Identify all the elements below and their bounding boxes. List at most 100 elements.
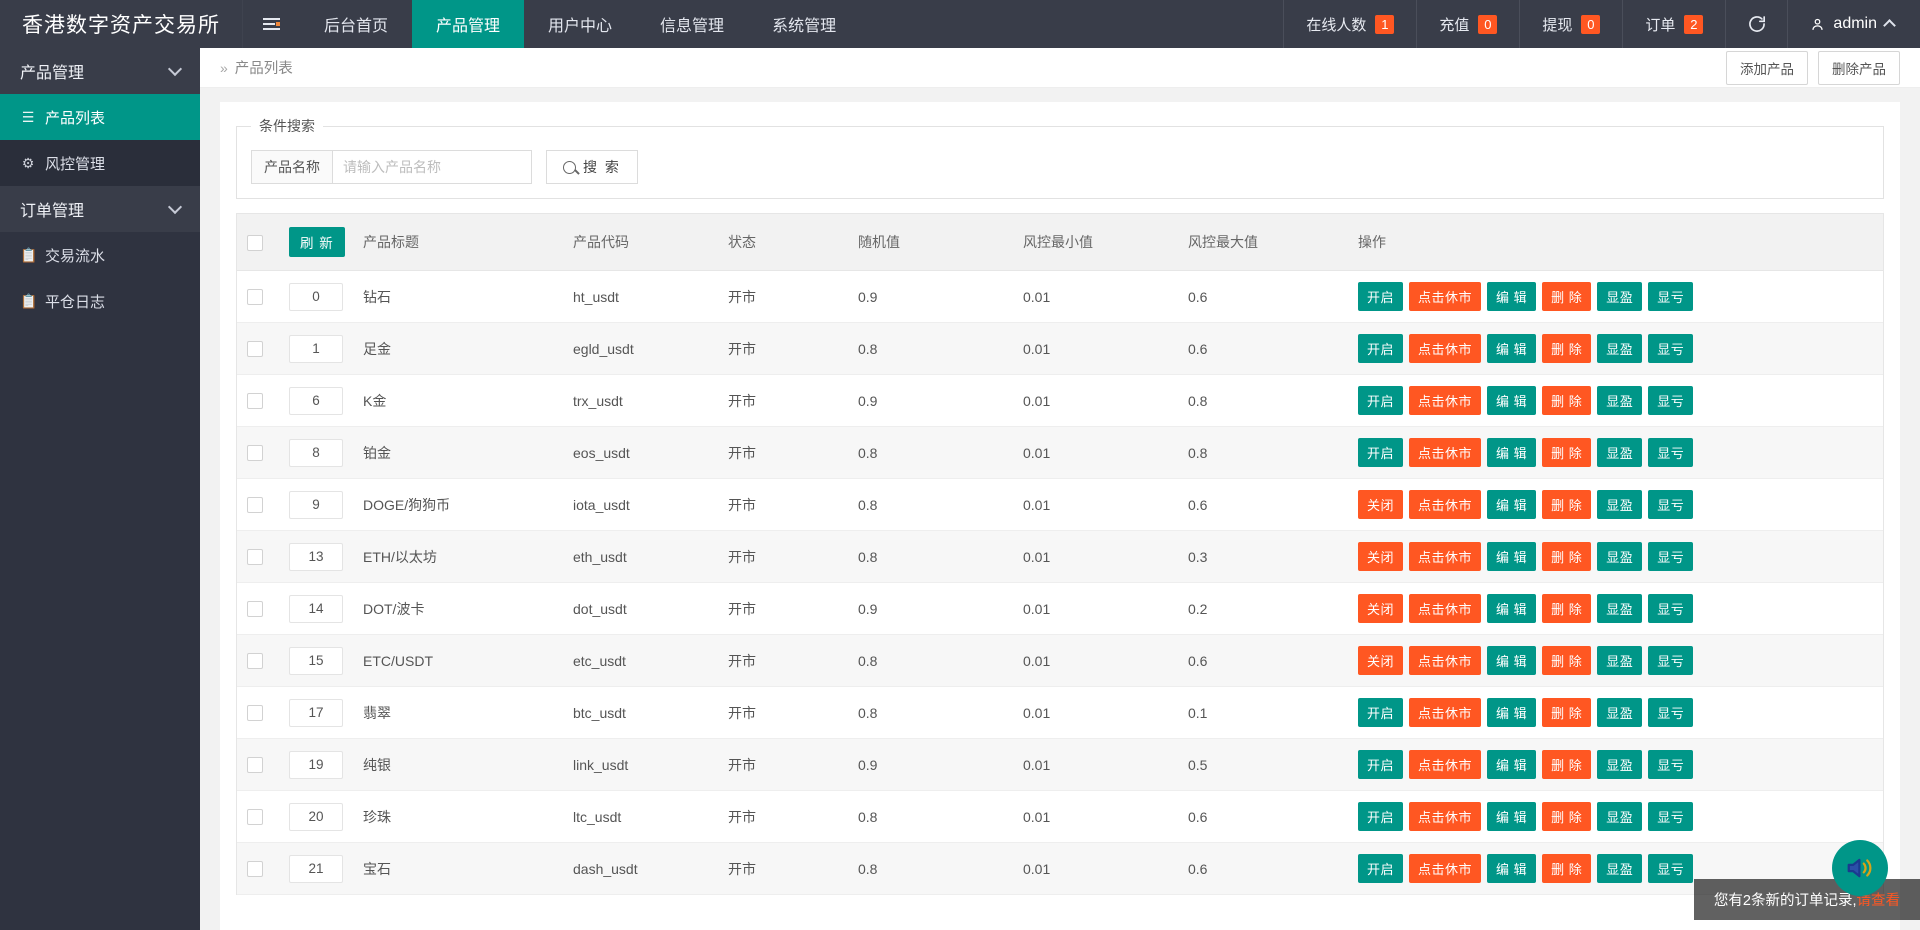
show-profit-button[interactable]: 显盈 — [1597, 698, 1642, 727]
toggle-status-button[interactable]: 关闭 — [1358, 542, 1403, 571]
sort-order-input[interactable]: 14 — [289, 595, 343, 623]
show-loss-button[interactable]: 显亏 — [1648, 282, 1693, 311]
toggle-status-button[interactable]: 开启 — [1358, 282, 1403, 311]
suspend-market-button[interactable]: 点击休市 — [1409, 334, 1481, 363]
toggle-status-button[interactable]: 开启 — [1358, 750, 1403, 779]
suspend-market-button[interactable]: 点击休市 — [1409, 490, 1481, 519]
suspend-market-button[interactable]: 点击休市 — [1409, 282, 1481, 311]
show-loss-button[interactable]: 显亏 — [1648, 646, 1693, 675]
show-loss-button[interactable]: 显亏 — [1648, 802, 1693, 831]
search-button[interactable]: 搜 索 — [546, 150, 638, 184]
show-profit-button[interactable]: 显盈 — [1597, 490, 1642, 519]
hamburger-icon[interactable] — [242, 0, 300, 48]
sidebar-item-risk-management[interactable]: ⚙ 风控管理 — [0, 140, 200, 186]
show-profit-button[interactable]: 显盈 — [1597, 282, 1642, 311]
suspend-market-button[interactable]: 点击休市 — [1409, 854, 1481, 883]
row-checkbox[interactable] — [247, 289, 263, 305]
toggle-status-button[interactable]: 开启 — [1358, 698, 1403, 727]
edit-button[interactable]: 编 辑 — [1487, 490, 1536, 519]
row-checkbox[interactable] — [247, 393, 263, 409]
delete-button[interactable]: 删 除 — [1542, 334, 1591, 363]
topnav-item-system-management[interactable]: 系统管理 — [748, 0, 860, 48]
sort-order-input[interactable]: 19 — [289, 751, 343, 779]
edit-button[interactable]: 编 辑 — [1487, 386, 1536, 415]
delete-button[interactable]: 删 除 — [1542, 594, 1591, 623]
row-checkbox[interactable] — [247, 809, 263, 825]
delete-button[interactable]: 删 除 — [1542, 646, 1591, 675]
show-loss-button[interactable]: 显亏 — [1648, 750, 1693, 779]
product-name-input[interactable] — [332, 150, 532, 184]
add-product-button[interactable]: 添加产品 — [1726, 51, 1808, 85]
row-checkbox[interactable] — [247, 497, 263, 513]
edit-button[interactable]: 编 辑 — [1487, 854, 1536, 883]
delete-button[interactable]: 删 除 — [1542, 490, 1591, 519]
toggle-status-button[interactable]: 开启 — [1358, 386, 1403, 415]
edit-button[interactable]: 编 辑 — [1487, 594, 1536, 623]
stat-online-users[interactable]: 在线人数 1 — [1283, 0, 1416, 48]
sort-order-input[interactable]: 6 — [289, 387, 343, 415]
row-checkbox[interactable] — [247, 705, 263, 721]
edit-button[interactable]: 编 辑 — [1487, 802, 1536, 831]
toggle-status-button[interactable]: 关闭 — [1358, 646, 1403, 675]
topnav-item-dashboard[interactable]: 后台首页 — [300, 0, 412, 48]
sidebar-item-product-list[interactable]: ☰ 产品列表 — [0, 94, 200, 140]
topnav-item-info-management[interactable]: 信息管理 — [636, 0, 748, 48]
delete-button[interactable]: 删 除 — [1542, 750, 1591, 779]
delete-button[interactable]: 删 除 — [1542, 802, 1591, 831]
show-loss-button[interactable]: 显亏 — [1648, 854, 1693, 883]
sidebar-group-product-management[interactable]: 产品管理 — [0, 48, 200, 94]
row-checkbox[interactable] — [247, 757, 263, 773]
toggle-status-button[interactable]: 关闭 — [1358, 594, 1403, 623]
row-checkbox[interactable] — [247, 445, 263, 461]
suspend-market-button[interactable]: 点击休市 — [1409, 698, 1481, 727]
show-profit-button[interactable]: 显盈 — [1597, 334, 1642, 363]
delete-product-button[interactable]: 删除产品 — [1818, 51, 1900, 85]
show-profit-button[interactable]: 显盈 — [1597, 386, 1642, 415]
sort-order-input[interactable]: 9 — [289, 491, 343, 519]
toggle-status-button[interactable]: 开启 — [1358, 438, 1403, 467]
show-loss-button[interactable]: 显亏 — [1648, 438, 1693, 467]
sidebar-item-transaction-flow[interactable]: 📋 交易流水 — [0, 232, 200, 278]
row-checkbox[interactable] — [247, 653, 263, 669]
row-checkbox[interactable] — [247, 549, 263, 565]
toggle-status-button[interactable]: 关闭 — [1358, 490, 1403, 519]
suspend-market-button[interactable]: 点击休市 — [1409, 386, 1481, 415]
show-profit-button[interactable]: 显盈 — [1597, 646, 1642, 675]
suspend-market-button[interactable]: 点击休市 — [1409, 802, 1481, 831]
row-checkbox[interactable] — [247, 861, 263, 877]
row-checkbox[interactable] — [247, 601, 263, 617]
refresh-icon[interactable] — [1725, 0, 1787, 48]
delete-button[interactable]: 删 除 — [1542, 698, 1591, 727]
sort-order-input[interactable]: 0 — [289, 283, 343, 311]
edit-button[interactable]: 编 辑 — [1487, 334, 1536, 363]
sort-order-input[interactable]: 13 — [289, 543, 343, 571]
suspend-market-button[interactable]: 点击休市 — [1409, 542, 1481, 571]
sidebar-item-close-position-log[interactable]: 📋 平仓日志 — [0, 278, 200, 324]
stat-deposit[interactable]: 充值 0 — [1416, 0, 1519, 48]
show-profit-button[interactable]: 显盈 — [1597, 802, 1642, 831]
megaphone-icon[interactable] — [1832, 840, 1888, 896]
user-menu[interactable]: admin — [1787, 0, 1920, 48]
topnav-item-product-management[interactable]: 产品管理 — [412, 0, 524, 48]
show-profit-button[interactable]: 显盈 — [1597, 854, 1642, 883]
sort-order-input[interactable]: 1 — [289, 335, 343, 363]
suspend-market-button[interactable]: 点击休市 — [1409, 646, 1481, 675]
toggle-status-button[interactable]: 开启 — [1358, 854, 1403, 883]
select-all-checkbox[interactable] — [247, 235, 263, 251]
show-loss-button[interactable]: 显亏 — [1648, 542, 1693, 571]
order-notification-toast[interactable]: 您有2条新的订单记录,请查看 — [1694, 879, 1920, 920]
show-profit-button[interactable]: 显盈 — [1597, 594, 1642, 623]
show-profit-button[interactable]: 显盈 — [1597, 438, 1642, 467]
row-checkbox[interactable] — [247, 341, 263, 357]
stat-withdraw[interactable]: 提现 0 — [1519, 0, 1622, 48]
show-loss-button[interactable]: 显亏 — [1648, 334, 1693, 363]
sort-order-input[interactable]: 20 — [289, 803, 343, 831]
show-loss-button[interactable]: 显亏 — [1648, 594, 1693, 623]
delete-button[interactable]: 删 除 — [1542, 282, 1591, 311]
show-loss-button[interactable]: 显亏 — [1648, 386, 1693, 415]
sidebar-group-order-management[interactable]: 订单管理 — [0, 186, 200, 232]
toggle-status-button[interactable]: 开启 — [1358, 334, 1403, 363]
delete-button[interactable]: 删 除 — [1542, 854, 1591, 883]
toggle-status-button[interactable]: 开启 — [1358, 802, 1403, 831]
edit-button[interactable]: 编 辑 — [1487, 282, 1536, 311]
